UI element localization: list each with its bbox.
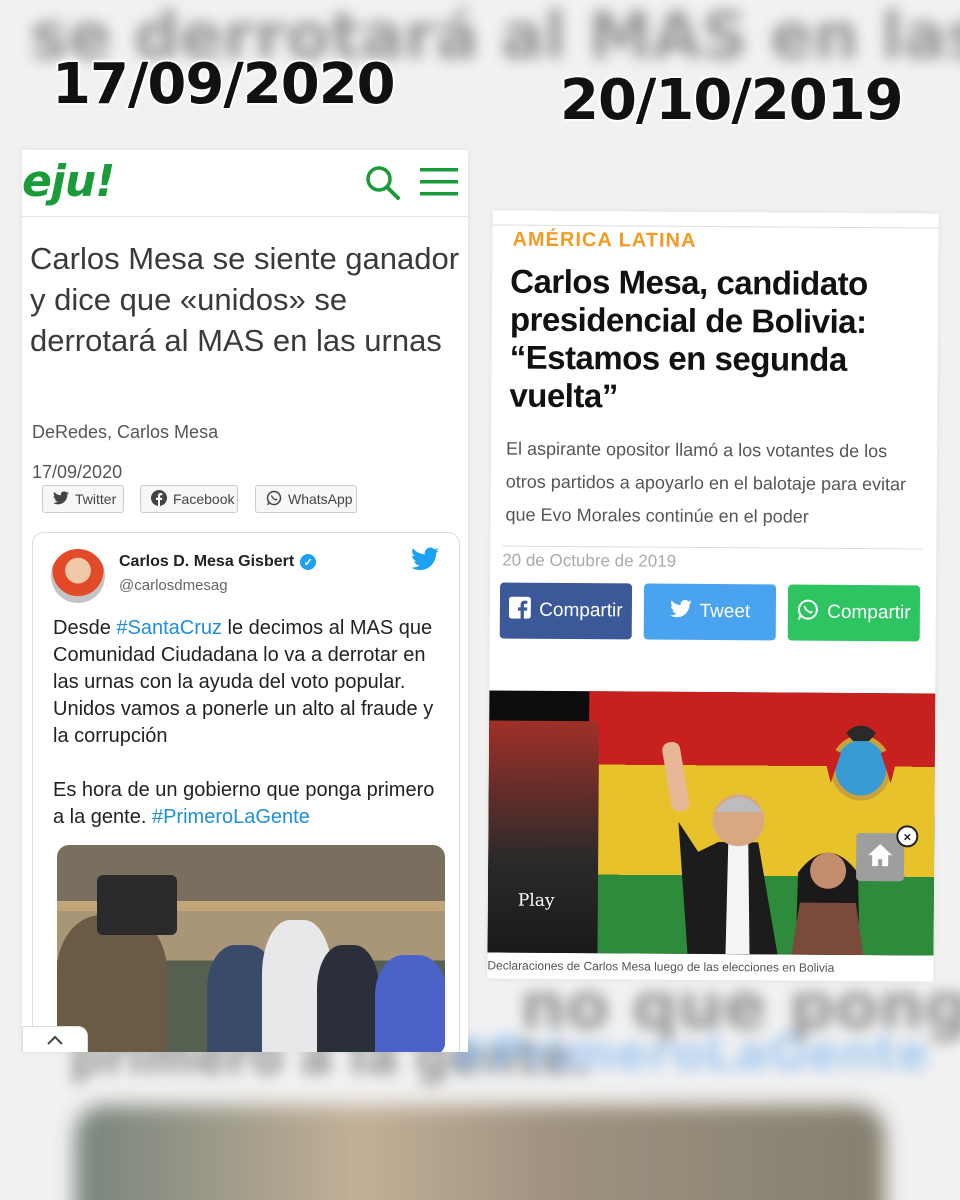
tweet-author[interactable]: Carlos D. Mesa Gisbert ✓ — [119, 553, 317, 571]
share-whatsapp-label: Compartir — [827, 601, 911, 624]
play-label[interactable]: Play — [518, 891, 555, 911]
date-overlay-left: 17/09/2020 — [51, 51, 398, 119]
tweet-handle[interactable]: @carlosdmesag — [119, 577, 228, 594]
share-twitter-label: Twitter — [75, 491, 117, 507]
share-facebook-button[interactable]: Compartir — [499, 582, 633, 640]
tweet-author-name: Carlos D. Mesa Gisbert — [119, 553, 295, 570]
person-shape — [375, 955, 445, 1052]
date-overlay-right: 20/10/2019 — [559, 67, 906, 135]
tweet-paragraph-2: Es hora de un gobierno que ponga primero… — [53, 777, 445, 831]
facebook-icon — [151, 489, 167, 509]
home-icon — [866, 842, 894, 873]
hashtag-primerolagente[interactable]: #PrimeroLaGente — [152, 806, 310, 828]
embedded-tweet[interactable]: Carlos D. Mesa Gisbert ✓ @carlosdmesag D… — [32, 532, 460, 1052]
blurred-bg-hashtag: #PrimeroLaGente — [450, 1026, 930, 1082]
verified-icon: ✓ — [300, 554, 317, 570]
tweet-body: Desde #SantaCruz le decimos al MAS que C… — [53, 615, 445, 831]
close-icon[interactable]: × — [896, 825, 919, 848]
article-title: Carlos Mesa se siente ganador y dice que… — [30, 241, 460, 358]
share-whatsapp-button[interactable]: Compartir — [787, 584, 921, 642]
hashtag-santacruz[interactable]: #SantaCruz — [116, 617, 222, 639]
menu-icon[interactable] — [420, 166, 458, 203]
tweet-paragraph-1: Desde #SantaCruz le decimos al MAS que C… — [53, 615, 445, 750]
share-whatsapp-button[interactable]: WhatsApp — [255, 485, 357, 513]
article-date: 20 de Octubre de 2019 — [502, 550, 677, 571]
share-facebook-label: Facebook — [173, 491, 235, 507]
bolivia-coat-of-arms-icon — [820, 725, 901, 801]
video-screen: Play — [487, 720, 600, 954]
whatsapp-icon — [797, 599, 819, 627]
tweet-button[interactable]: Tweet — [643, 583, 777, 641]
share-twitter-button[interactable]: Twitter — [42, 485, 124, 513]
blurred-bg-image — [75, 1105, 885, 1200]
article-video[interactable]: Play × — [487, 690, 936, 956]
top-divider — [492, 210, 939, 229]
chevron-up-icon — [46, 1033, 64, 1051]
site-header: eju! — [22, 150, 468, 217]
whatsapp-icon — [266, 490, 282, 509]
person-shape — [317, 945, 379, 1052]
avatar[interactable] — [51, 549, 105, 603]
eju-logo[interactable]: eju! — [22, 156, 115, 207]
article-title: Carlos Mesa, candidato presidencial de B… — [509, 262, 868, 415]
share-facebook-label: Compartir — [539, 599, 623, 622]
right-article-screenshot: AMÉRICA LATINA Carlos Mesa, candidato pr… — [487, 210, 939, 982]
tweet-button-label: Tweet — [699, 600, 751, 623]
collapse-button[interactable] — [22, 1026, 88, 1052]
tweet-photo[interactable] — [57, 845, 445, 1052]
camera-shape — [97, 875, 177, 935]
twitter-icon — [669, 599, 692, 624]
search-icon[interactable] — [364, 164, 402, 207]
video-caption: Declaraciones de Carlos Mesa luego de la… — [487, 958, 835, 975]
share-whatsapp-label: WhatsApp — [288, 491, 353, 507]
facebook-icon — [509, 596, 532, 625]
article-subtitle: El aspirante opositor llamó a los votant… — [505, 438, 907, 527]
twitter-icon — [53, 490, 69, 508]
person-waving — [662, 741, 778, 955]
article-date: 17/09/2020 — [32, 462, 123, 482]
article-byline[interactable]: DeRedes, Carlos Mesa — [32, 422, 218, 443]
twitter-bird-icon[interactable] — [411, 547, 439, 576]
category-label[interactable]: AMÉRICA LATINA — [512, 229, 696, 253]
divider — [502, 545, 923, 550]
tweet-text-1: Desde — [53, 617, 117, 639]
left-article-screenshot: eju! Carlos Mesa se siente ganador y dic… — [22, 150, 468, 1052]
share-facebook-button[interactable]: Facebook — [140, 485, 238, 513]
